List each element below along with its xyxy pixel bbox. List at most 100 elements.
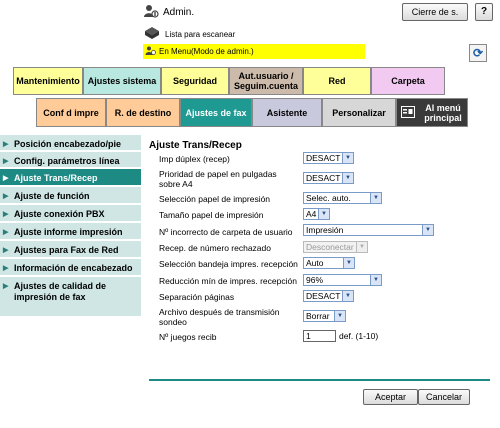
- tab-seguridad[interactable]: Seguridad: [161, 67, 229, 95]
- duplex-select-value: DESACT: [306, 153, 341, 163]
- user-box-select-value: Impresión: [306, 225, 344, 235]
- sidebar-item-trans-recep[interactable]: ▶ Ajuste Trans/Recep: [0, 169, 141, 186]
- rejected-number-select: Desconectar ▼: [303, 241, 368, 253]
- field-label: Selección bandeja impres. recepción: [159, 259, 298, 269]
- cancel-button[interactable]: Cancelar: [418, 389, 470, 405]
- arrow-right-icon: ▶: [3, 247, 9, 254]
- scanner-icon: [143, 26, 161, 42]
- duplex-select[interactable]: DESACT ▼: [303, 152, 354, 164]
- tab-carpeta[interactable]: Carpeta: [371, 67, 445, 95]
- sidebar-item-info-encabezado[interactable]: ▶ Información de encabezado: [0, 259, 141, 276]
- tab-conf-impre[interactable]: Conf d impre: [36, 98, 106, 127]
- divider: [149, 379, 490, 381]
- admin-user-icon: [143, 3, 159, 22]
- chevron-down-icon: ▼: [318, 209, 329, 219]
- user-indicator: Admin.: [143, 3, 194, 21]
- paper-selection-select[interactable]: Selec. auto. ▼: [303, 192, 382, 204]
- tab-ajustes-sistema[interactable]: Ajustes sistema: [83, 67, 161, 95]
- paper-selection-select-value: Selec. auto.: [306, 193, 351, 203]
- chevron-down-icon: ▼: [356, 242, 367, 252]
- chevron-down-icon: ▼: [342, 153, 353, 163]
- arrow-right-icon: ▶: [3, 175, 9, 182]
- sidebar-item-label: Información de encabezado: [14, 263, 133, 273]
- arrow-right-icon: ▶: [3, 265, 9, 272]
- tab-ajustes-fax[interactable]: Ajustes de fax: [180, 98, 252, 127]
- help-button[interactable]: ?: [475, 3, 493, 21]
- field-label: Archivo después de transmisión sondeo: [159, 307, 280, 327]
- chevron-down-icon: ▼: [343, 258, 354, 268]
- refresh-button[interactable]: ⟳: [469, 44, 487, 62]
- field-label: Tamaño papel de impresión: [159, 210, 264, 220]
- inch-priority-select-value: DESACT: [306, 173, 341, 183]
- copies-input[interactable]: 1: [303, 330, 336, 342]
- tab-red[interactable]: Red: [303, 67, 371, 95]
- chevron-down-icon: ▼: [342, 173, 353, 183]
- accept-button[interactable]: Aceptar: [363, 389, 418, 405]
- scan-list-link[interactable]: Lista para escanear: [143, 26, 235, 42]
- arrow-right-icon: ▶: [3, 229, 9, 236]
- admin-mode-banner: En Menu(Modo de admin.): [143, 44, 365, 59]
- tab-mantenimiento[interactable]: Mantenimiento: [13, 67, 83, 95]
- sidebar-item-fax-red[interactable]: ▶ Ajustes para Fax de Red: [0, 241, 141, 258]
- page-title: Ajuste Trans/Recep: [149, 140, 242, 151]
- sidebar-item-label: Ajuste conexión PBX: [14, 209, 105, 219]
- sidebar-item-calidad-fax[interactable]: ▶ Ajustes de calidad de impresión de fax: [0, 277, 141, 317]
- user-name: Admin.: [163, 6, 195, 18]
- sidebar-item-posicion-encabezado[interactable]: ▶ Posición encabezado/pie: [0, 135, 141, 151]
- polling-file-select-value: Borrar: [306, 311, 330, 321]
- field-label: Separación páginas: [159, 292, 235, 302]
- sidebar-item-label: Config. parámetros línea: [14, 156, 120, 166]
- paper-size-select-value: A4: [306, 209, 317, 219]
- polling-file-select[interactable]: Borrar ▼: [303, 310, 346, 322]
- tab-asistente[interactable]: Asistente: [252, 98, 322, 127]
- sidebar-item-conexion-pbx[interactable]: ▶ Ajuste conexión PBX: [0, 205, 141, 222]
- arrow-right-icon: ▶: [3, 141, 9, 148]
- rejected-number-select-value: Desconectar: [306, 242, 354, 252]
- page-separation-select[interactable]: DESACT ▼: [303, 290, 354, 302]
- sidebar-item-ajuste-funcion[interactable]: ▶ Ajuste de función: [0, 187, 141, 204]
- field-label: Nº juegos recib: [159, 332, 217, 342]
- sidebar-item-informe-impresion[interactable]: ▶ Ajuste informe impresión: [0, 223, 141, 240]
- sidebar-item-label: Ajuste Trans/Recep: [14, 173, 98, 183]
- chevron-down-icon: ▼: [370, 275, 381, 285]
- scan-list-label: Lista para escanear: [165, 29, 236, 39]
- tab-aut-usuario[interactable]: Aut.usuario / Seguim.cuenta: [229, 67, 303, 95]
- logout-button[interactable]: Cierre de s.: [402, 3, 468, 21]
- arrow-right-icon: ▶: [3, 193, 9, 200]
- arrow-right-icon: ▶: [3, 283, 9, 290]
- sidebar-item-label: Ajustes de calidad de impresión de fax: [14, 281, 107, 302]
- sidebar-item-label: Ajustes para Fax de Red: [14, 245, 119, 255]
- tab-r-destino[interactable]: R. de destino: [106, 98, 180, 127]
- user-box-select[interactable]: Impresión ▼: [303, 224, 434, 236]
- reduction-select[interactable]: 96% ▼: [303, 274, 382, 286]
- admin-mode-text: En Menu(Modo de admin.): [159, 47, 254, 56]
- tab-menu-principal[interactable]: Al menú principal: [396, 98, 468, 127]
- tray-select-value: Auto: [306, 258, 324, 268]
- sidebar-item-label: Posición encabezado/pie: [14, 139, 122, 149]
- chevron-down-icon: ▼: [334, 311, 345, 321]
- main-menu-icon: [401, 105, 415, 120]
- inch-priority-select[interactable]: DESACT ▼: [303, 172, 354, 184]
- arrow-right-icon: ▶: [3, 158, 9, 165]
- main-menu-label: Al menú principal: [424, 102, 462, 123]
- sidebar-item-config-linea[interactable]: ▶ Config. parámetros línea: [0, 152, 141, 168]
- copies-range-hint: def. (1-10): [339, 331, 379, 341]
- field-label: Nº incorrecto de carpeta de usuario: [159, 227, 293, 237]
- page-separation-select-value: DESACT: [306, 291, 341, 301]
- field-label: Recep. de número rechazado: [159, 243, 271, 253]
- paper-size-select[interactable]: A4 ▼: [303, 208, 330, 220]
- chevron-down-icon: ▼: [342, 291, 353, 301]
- chevron-down-icon: ▼: [370, 193, 381, 203]
- field-label: Selección papel de impresión: [159, 194, 271, 204]
- tab-personalizar[interactable]: Personalizar: [322, 98, 396, 127]
- chevron-down-icon: ▼: [422, 225, 433, 235]
- reduction-select-value: 96%: [306, 275, 324, 285]
- field-label: Reducción mín de impres. recepción: [159, 276, 297, 286]
- field-label: Imp dúplex (recep): [159, 154, 230, 164]
- sidebar-item-label: Ajuste informe impresión: [14, 227, 123, 237]
- field-label: Prioridad de papel en pulgadas sobre A4: [159, 169, 277, 189]
- admin-mode-icon: [145, 45, 156, 58]
- sidebar-item-label: Ajuste de función: [14, 191, 90, 201]
- refresh-icon: ⟳: [472, 46, 484, 60]
- tray-select[interactable]: Auto ▼: [303, 257, 355, 269]
